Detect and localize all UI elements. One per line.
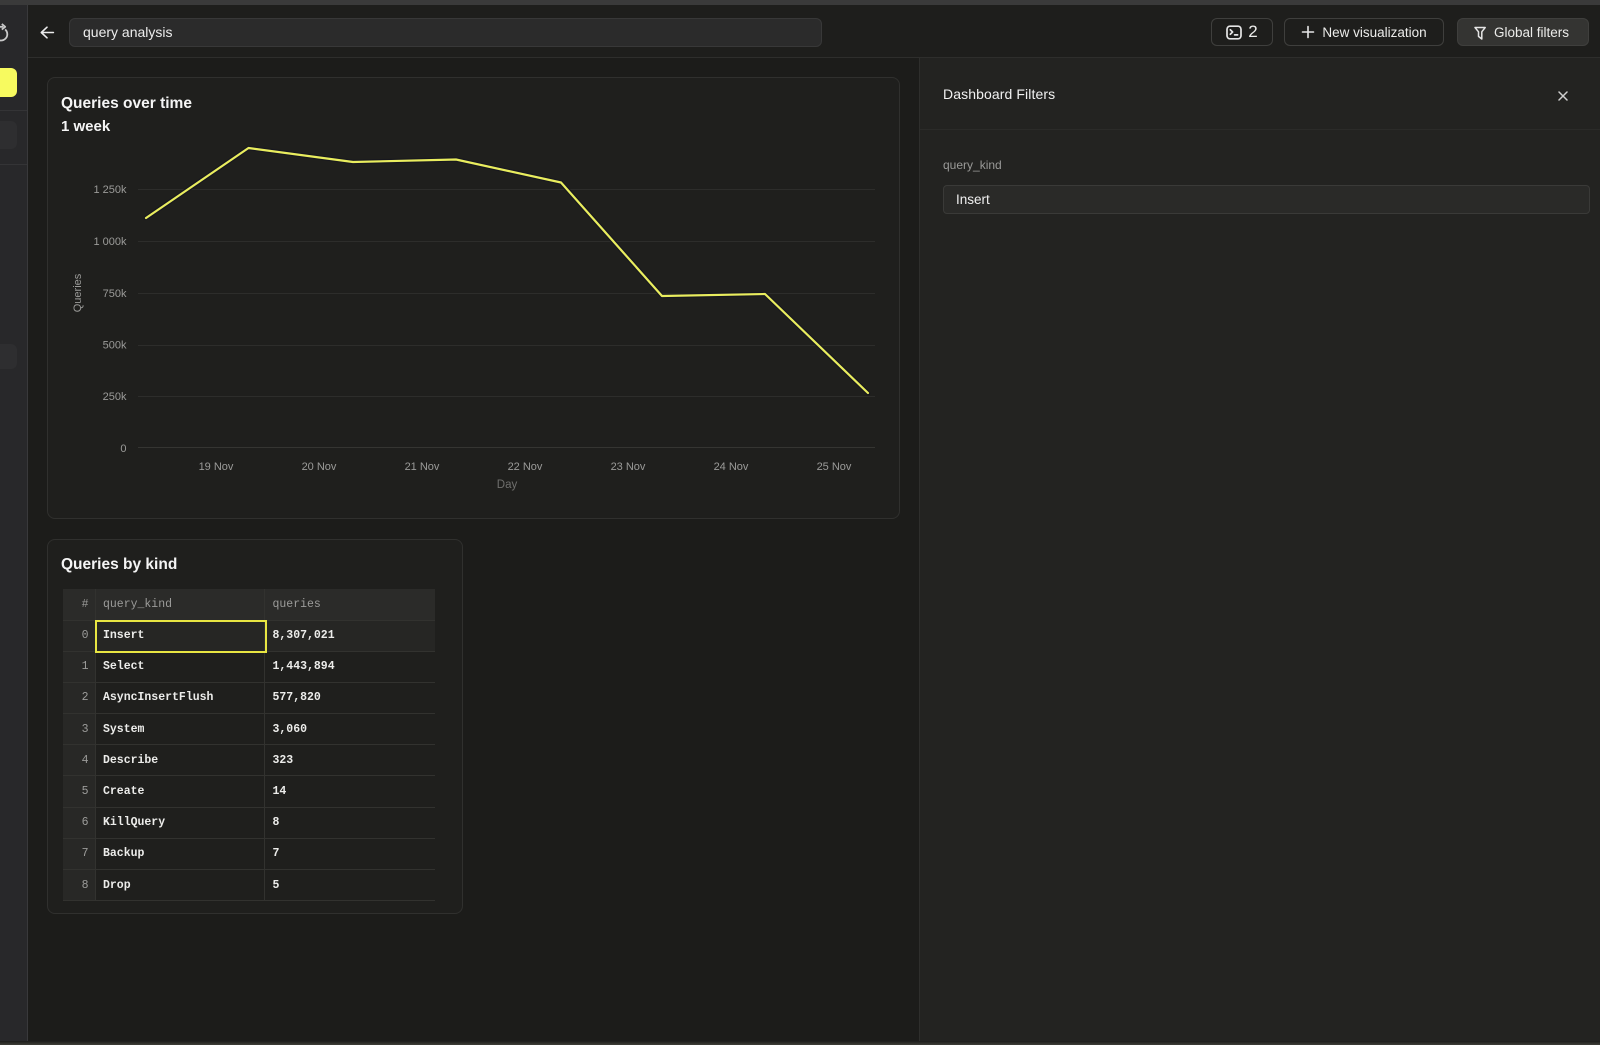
svg-text:22 Nov: 22 Nov	[508, 461, 543, 473]
svg-text:24 Nov: 24 Nov	[714, 461, 749, 473]
svg-text:19 Nov: 19 Nov	[199, 461, 234, 473]
svg-text:20 Nov: 20 Nov	[302, 461, 337, 473]
svg-text:21 Nov: 21 Nov	[405, 461, 440, 473]
svg-text:500k: 500k	[103, 340, 127, 352]
svg-text:23 Nov: 23 Nov	[611, 461, 646, 473]
svg-text:250k: 250k	[103, 391, 127, 403]
svg-text:750k: 750k	[103, 288, 127, 300]
svg-text:0: 0	[120, 443, 126, 455]
svg-text:Day: Day	[497, 479, 518, 491]
svg-text:1 000k: 1 000k	[93, 236, 127, 248]
svg-text:25 Nov: 25 Nov	[817, 461, 852, 473]
svg-text:Queries: Queries	[72, 273, 84, 312]
svg-text:1 250k: 1 250k	[93, 184, 127, 196]
